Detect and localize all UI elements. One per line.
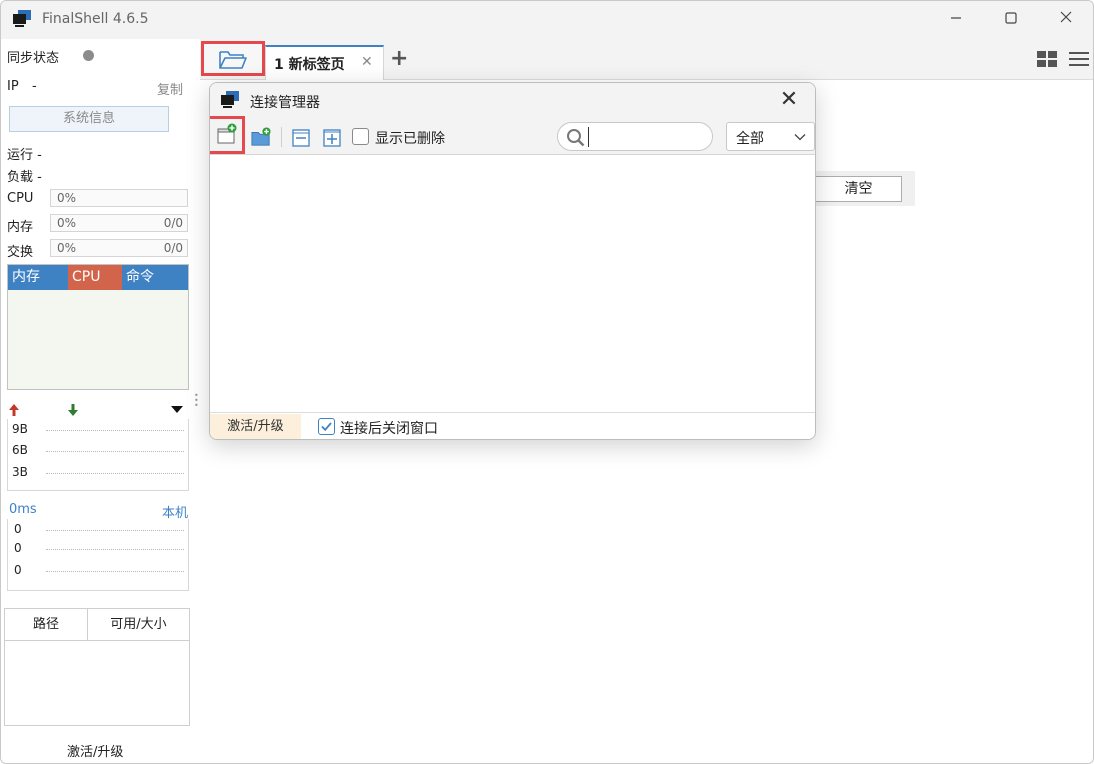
proc-col-memory[interactable]: 内存 <box>8 265 68 290</box>
checkmark-icon <box>321 422 332 432</box>
close-icon <box>1060 11 1072 23</box>
tab-new[interactable]: 1 新标签页 ✕ <box>265 45 384 80</box>
uptime-label: 运行 - <box>7 148 42 163</box>
disk-table: 路径 可用/大小 <box>4 608 190 726</box>
dialog-title-bar: 连接管理器 ✕ <box>210 83 815 119</box>
show-deleted-label: 显示已删除 <box>375 131 445 147</box>
process-table-header: 内存 CPU 命令 <box>8 265 188 290</box>
new-connection-button[interactable] <box>210 116 245 154</box>
process-table: 内存 CPU 命令 <box>7 264 189 390</box>
activate-upgrade-button[interactable]: 激活/升级 <box>210 414 301 439</box>
expand-all-icon[interactable] <box>322 128 342 148</box>
ip-label: IP <box>7 79 19 94</box>
add-tab-icon[interactable]: + <box>390 46 408 71</box>
copy-ip-link[interactable]: 复制 <box>157 79 183 98</box>
sidebar-activate-link[interactable]: 激活/升级 <box>67 741 123 760</box>
search-icon <box>567 129 585 147</box>
show-deleted-checkbox[interactable] <box>352 128 369 145</box>
app-title: FinalShell 4.6.5 <box>42 11 149 27</box>
net-scale-mid: 6B <box>12 443 28 457</box>
memory-meter: 0% 0/0 <box>50 214 188 232</box>
tab-close-icon[interactable]: ✕ <box>361 54 373 70</box>
maximize-icon <box>1005 12 1017 24</box>
grid-line <box>46 473 184 474</box>
proc-col-command[interactable]: 命令 <box>122 265 188 290</box>
minimize-icon <box>951 17 961 19</box>
grid-line <box>46 571 184 572</box>
filter-dropdown[interactable]: 全部 <box>726 122 815 151</box>
network-graph: 9B 6B 3B <box>7 419 189 491</box>
memory-percent: 0% <box>57 216 77 230</box>
title-bar: FinalShell 4.6.5 <box>1 1 1093 39</box>
filter-selected-value: 全部 <box>736 131 764 147</box>
cpu-meter: 0% <box>50 189 188 207</box>
swap-percent: 0% <box>57 241 77 255</box>
open-connection-manager-button[interactable] <box>201 41 265 76</box>
network-interface-dropdown-icon[interactable] <box>170 404 184 414</box>
close-after-connect-checkbox[interactable] <box>318 418 335 435</box>
ping-value: 0 <box>14 563 22 577</box>
swap-meter: 0% 0/0 <box>50 239 188 257</box>
sync-status-label: 同步状态 <box>7 51 60 66</box>
app-logo-icon <box>13 10 31 27</box>
search-field[interactable] <box>557 122 713 151</box>
dialog-title: 连接管理器 <box>250 95 320 111</box>
clear-button[interactable]: 清空 <box>815 176 902 202</box>
app-window: FinalShell 4.6.5 同步状态 IP - 复制 系统信息 运行 - … <box>0 0 1094 764</box>
new-connection-icon <box>217 123 237 144</box>
ping-graph: 0 0 0 <box>7 519 189 591</box>
net-scale-high: 9B <box>12 422 28 436</box>
ping-value: 0 <box>14 522 22 536</box>
dialog-toolbar: 显示已删除 全部 <box>210 116 815 155</box>
load-label: 负载 - <box>7 170 42 185</box>
close-window-button[interactable] <box>1055 9 1077 31</box>
connection-list[interactable] <box>210 156 815 412</box>
memory-label: 内存 <box>7 220 34 235</box>
ping-latency: 0ms <box>9 502 37 517</box>
new-folder-icon[interactable] <box>251 127 271 147</box>
grid-line <box>46 451 184 452</box>
cpu-percent: 0% <box>57 191 77 205</box>
grid-line <box>46 549 184 550</box>
ping-value: 0 <box>14 541 22 555</box>
collapse-all-icon[interactable] <box>291 128 311 148</box>
connection-manager-dialog: 连接管理器 ✕ 显示已删除 全部 激活/升级 连接后关闭窗口 <box>209 82 816 440</box>
dialog-footer: 激活/升级 连接后关闭窗口 <box>210 412 815 439</box>
sidebar-splitter[interactable]: • • • <box>194 392 199 413</box>
dialog-close-icon[interactable]: ✕ <box>776 87 802 112</box>
close-after-connect-label: 连接后关闭窗口 <box>340 421 438 437</box>
swap-label: 交换 <box>7 245 34 260</box>
disk-col-path[interactable]: 路径 <box>5 609 88 641</box>
memory-total: 0/0 <box>163 216 183 230</box>
disk-col-free-size[interactable]: 可用/大小 <box>88 609 189 641</box>
system-info-button[interactable]: 系统信息 <box>9 106 169 132</box>
grid-line <box>46 530 184 531</box>
tab-label: 1 新标签页 <box>274 57 345 73</box>
net-scale-low: 3B <box>12 465 28 479</box>
upload-arrow-icon <box>9 404 19 416</box>
search-input[interactable] <box>588 127 706 147</box>
app-logo-icon <box>221 91 239 108</box>
grid-line <box>46 430 184 431</box>
folder-open-icon <box>219 51 247 69</box>
cpu-label: CPU <box>7 191 34 206</box>
download-arrow-icon <box>68 404 78 416</box>
layout-grid-icon[interactable] <box>1037 51 1057 67</box>
toolbar-separator <box>281 127 282 147</box>
maximize-button[interactable] <box>1000 9 1022 31</box>
menu-icon[interactable] <box>1069 51 1089 67</box>
swap-total: 0/0 <box>163 241 183 255</box>
minimize-button[interactable] <box>945 9 967 31</box>
chevron-down-icon <box>794 134 806 141</box>
sync-status-indicator <box>83 50 94 61</box>
ip-value: - <box>32 79 37 94</box>
proc-col-cpu[interactable]: CPU <box>68 265 122 290</box>
